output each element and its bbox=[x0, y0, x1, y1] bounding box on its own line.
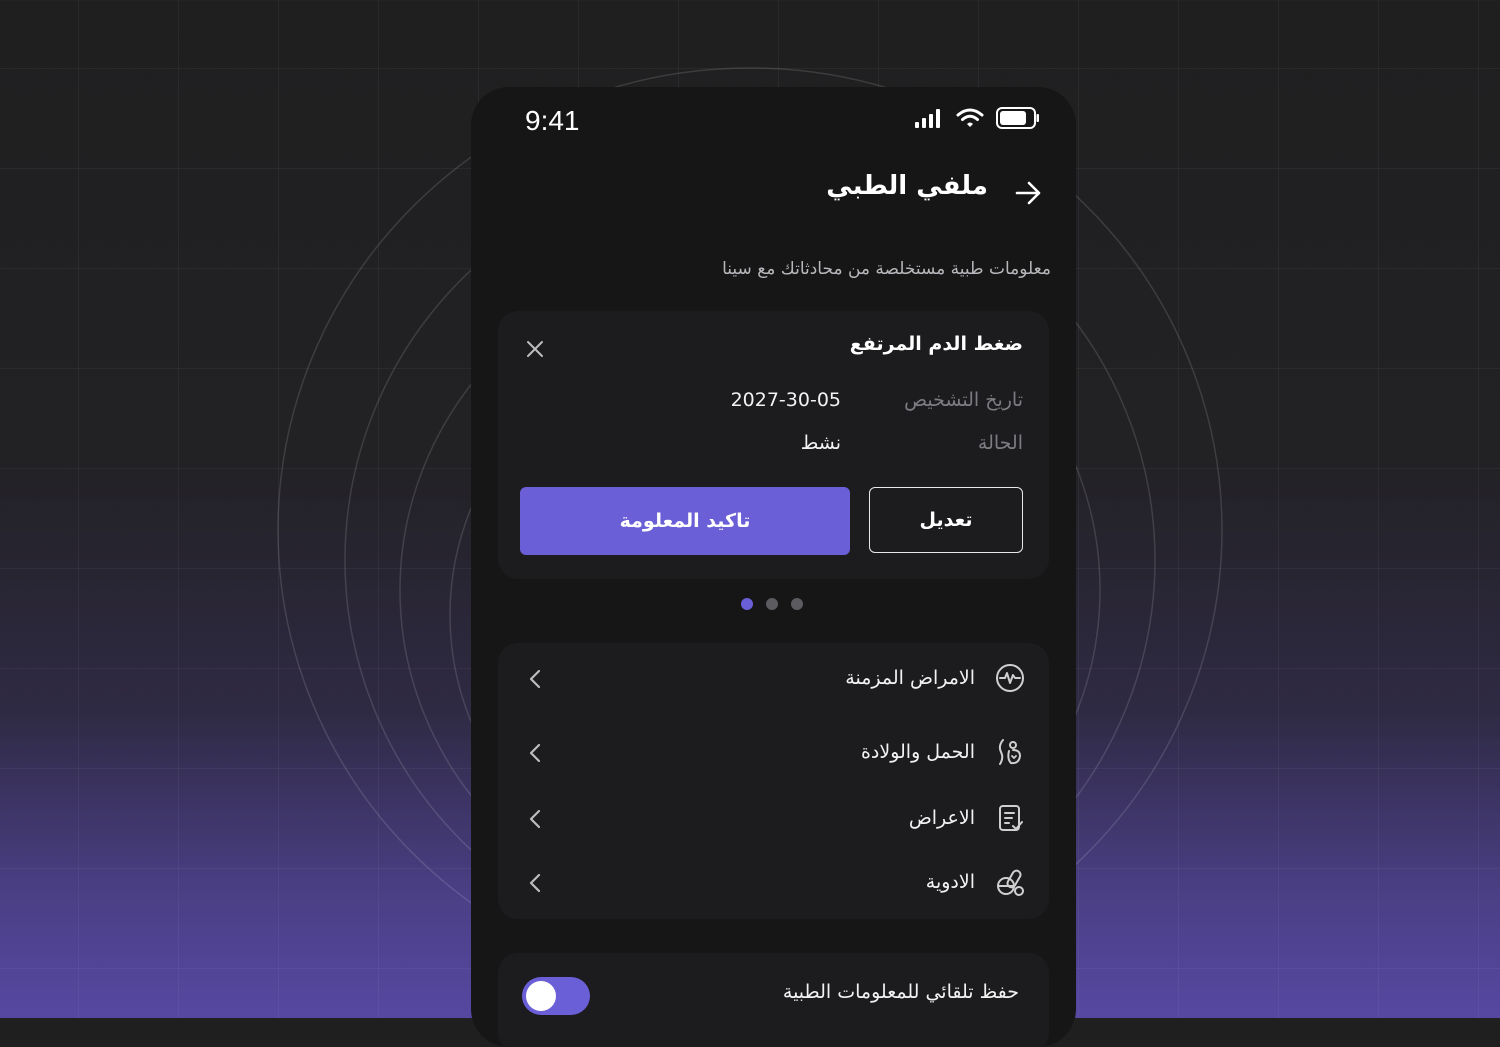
condition-title: ضغط الدم المرتفع bbox=[849, 333, 1023, 355]
wifi-icon bbox=[956, 108, 984, 127]
pagination-dots bbox=[741, 598, 803, 610]
diagnosis-date-label: تاريخ التشخيص bbox=[904, 389, 1023, 411]
list-item-medications[interactable]: الادوية bbox=[498, 853, 1049, 913]
list-item-label: الحمل والولادة bbox=[860, 741, 975, 763]
pagination-dot-active[interactable] bbox=[741, 598, 753, 610]
status-time: 9:41 bbox=[525, 105, 580, 136]
chevron-left-icon bbox=[529, 809, 541, 829]
status-value: نشط bbox=[800, 432, 841, 454]
edit-button[interactable]: تعديل bbox=[869, 487, 1023, 553]
phone-screen: 9:41 ملفي الطبي معلومات طبية مستخلصة من … bbox=[471, 87, 1076, 1047]
confirm-button[interactable]: تاكيد المعلومة bbox=[520, 487, 850, 555]
signal-icon bbox=[915, 109, 940, 128]
page-title: ملفي الطبي bbox=[826, 171, 988, 201]
page-subtitle: معلومات طبية مستخلصة من محادثاتك مع سينا bbox=[722, 259, 1051, 279]
list-item-pregnancy[interactable]: الحمل والولادة bbox=[498, 723, 1049, 783]
chevron-left-icon bbox=[529, 873, 541, 893]
diagnosis-date-value: 2027-30-05 bbox=[730, 389, 841, 411]
chevron-left-icon bbox=[529, 669, 541, 689]
clipboard-check-icon bbox=[999, 805, 1023, 831]
heart-pulse-icon bbox=[996, 664, 1024, 692]
list-item-label: الاعراض bbox=[908, 807, 975, 829]
toggle-knob bbox=[526, 981, 556, 1011]
medical-categories-list: الامراض المزمنة الحمل والولادة الاعراض ا… bbox=[498, 643, 1049, 919]
list-item-label: الامراض المزمنة bbox=[845, 667, 975, 689]
pagination-dot[interactable] bbox=[791, 598, 803, 610]
status-label: الحالة bbox=[977, 432, 1023, 454]
battery-icon bbox=[996, 107, 1039, 129]
autosave-card: حفظ تلقائي للمعلومات الطبية bbox=[498, 953, 1049, 1047]
pagination-dot[interactable] bbox=[766, 598, 778, 610]
pregnancy-icon bbox=[998, 739, 1022, 765]
back-arrow-icon[interactable] bbox=[1014, 179, 1042, 207]
status-icons bbox=[914, 107, 1040, 129]
close-icon[interactable] bbox=[524, 338, 546, 360]
list-item-chronic-diseases[interactable]: الامراض المزمنة bbox=[498, 649, 1049, 709]
autosave-label: حفظ تلقائي للمعلومات الطبية bbox=[782, 981, 1019, 1003]
chevron-left-icon bbox=[529, 743, 541, 763]
condition-card: ضغط الدم المرتفع تاريخ التشخيص 2027-30-0… bbox=[498, 311, 1049, 579]
autosave-toggle[interactable] bbox=[522, 977, 590, 1015]
list-item-symptoms[interactable]: الاعراض bbox=[498, 789, 1049, 849]
list-item-label: الادوية bbox=[925, 871, 975, 893]
pills-icon bbox=[997, 869, 1024, 896]
